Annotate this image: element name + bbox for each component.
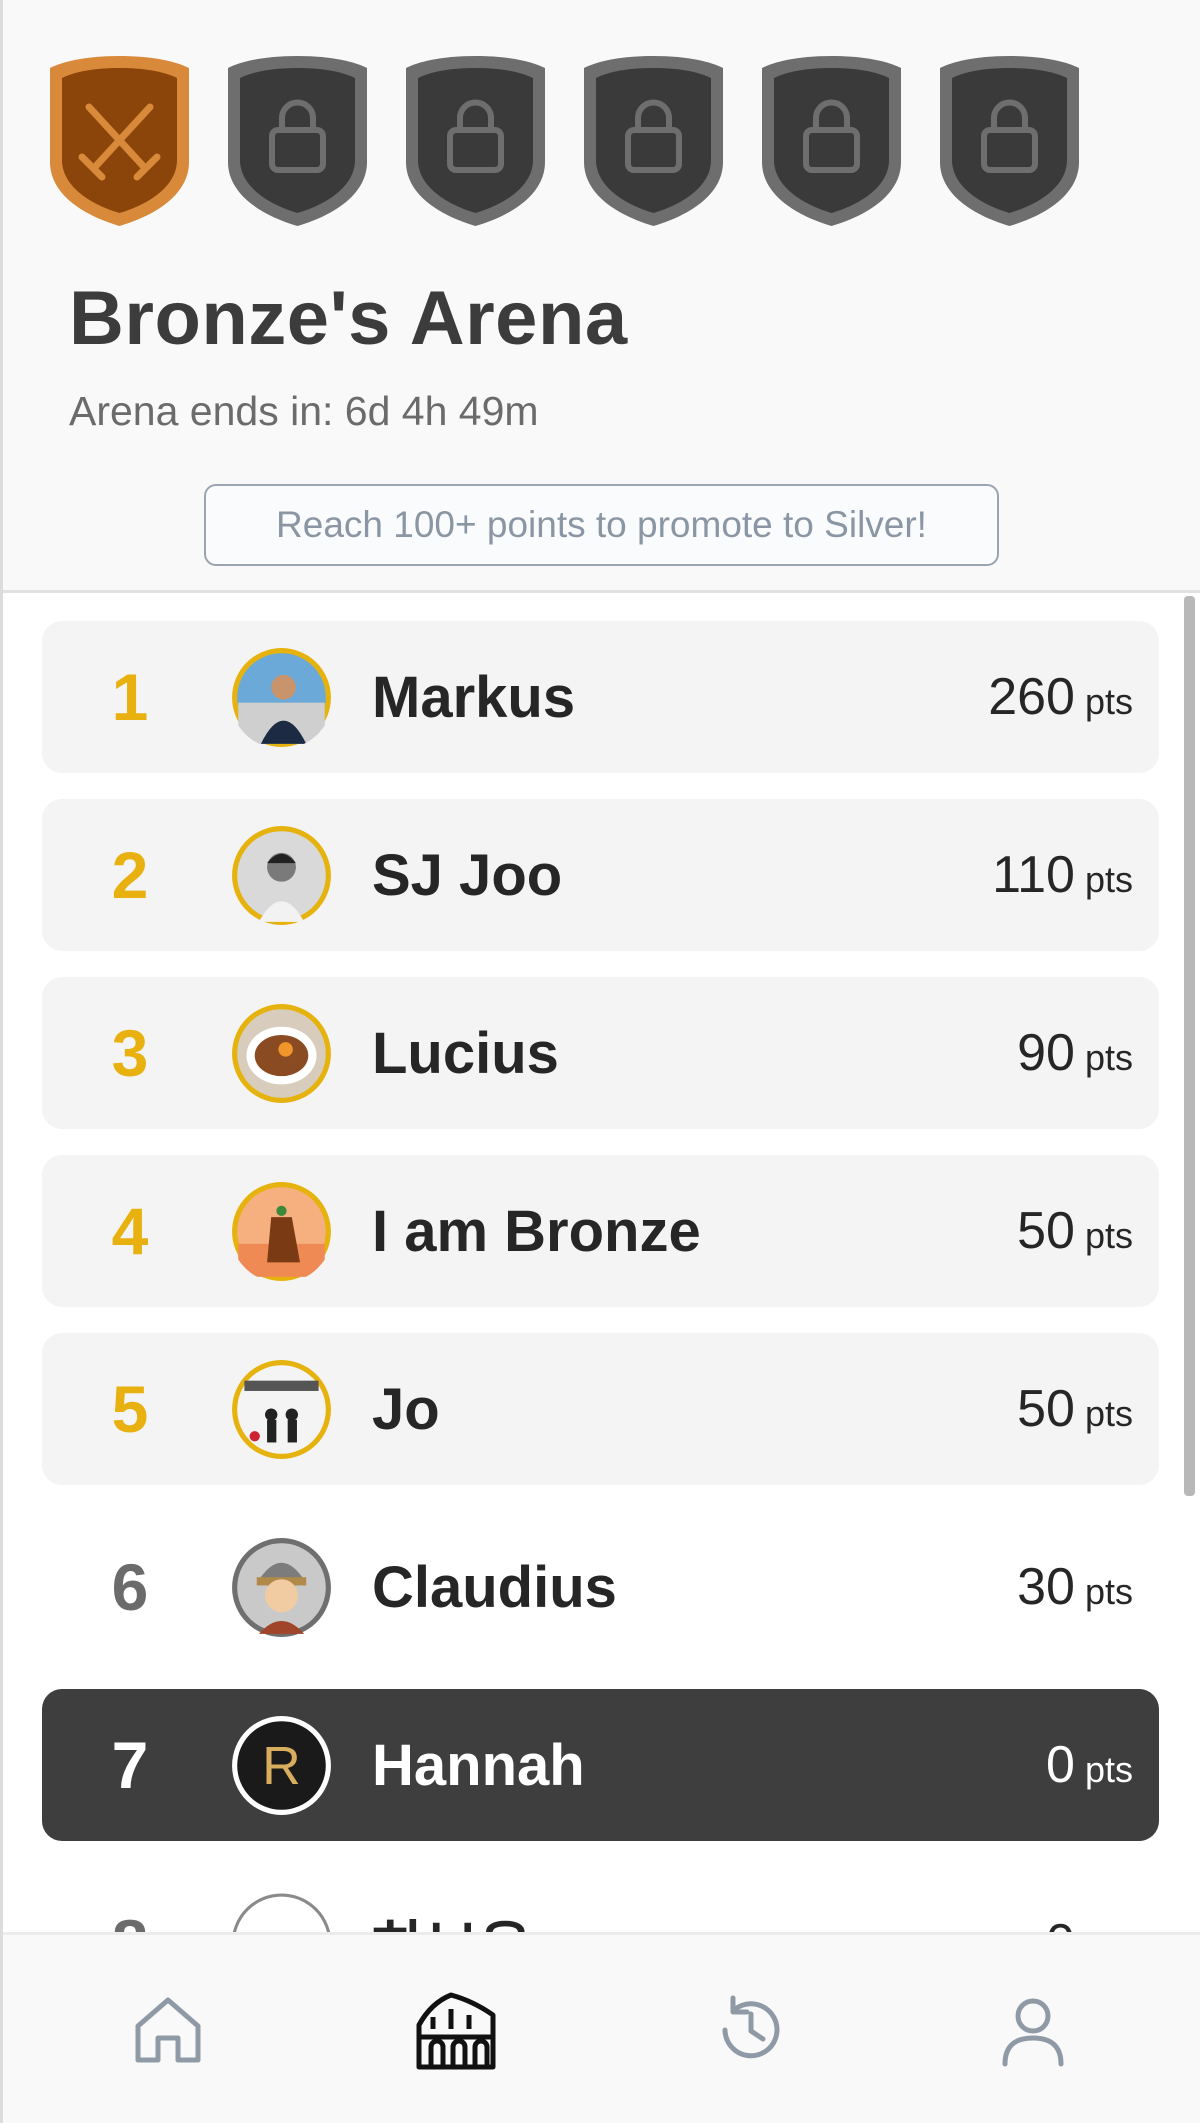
points-value: 260 xyxy=(988,668,1075,726)
player-points: 30 pts xyxy=(1017,1557,1133,1617)
tier-badges xyxy=(44,52,1085,230)
locked-badge[interactable] xyxy=(934,52,1085,230)
points-unit: pts xyxy=(1084,1571,1133,1612)
avatar[interactable] xyxy=(230,1358,333,1461)
player-name: Lucius xyxy=(372,1020,559,1086)
player-name: Markus xyxy=(372,664,576,730)
nav-profile[interactable] xyxy=(993,1990,1073,2070)
avatar[interactable]: R xyxy=(230,1714,333,1817)
avatar[interactable] xyxy=(230,646,333,749)
player-name: Hannah xyxy=(372,1732,585,1798)
points-value: 90 xyxy=(1017,1024,1075,1082)
locked-badge[interactable] xyxy=(400,52,551,230)
rank-number: 2 xyxy=(111,838,149,912)
avatar[interactable] xyxy=(230,824,333,927)
points-value: 110 xyxy=(992,846,1075,904)
nav-home[interactable] xyxy=(128,1990,208,2070)
rank-number: 8 xyxy=(42,1905,218,1932)
scrollbar[interactable] xyxy=(1184,596,1195,1496)
player-points: 90 pts xyxy=(1017,1023,1133,1083)
avatar[interactable] xyxy=(230,1002,333,1105)
avatar[interactable] xyxy=(230,1536,333,1639)
player-name: Jo xyxy=(372,1376,440,1442)
rank-number: 4 xyxy=(111,1194,149,1268)
player-points: 0 pts xyxy=(1046,1913,1133,1932)
rank-number: 1 xyxy=(111,660,149,734)
leaderboard-list[interactable]: 1 Markus 260 pts 2 SJ Joo 110 pts 3 Luci… xyxy=(3,596,1182,1932)
points-value: 50 xyxy=(1017,1202,1075,1260)
arena-countdown: Arena ends in: 6d 4h 49m xyxy=(69,388,539,434)
player-name: SJ Joo xyxy=(372,842,563,908)
player-points: 260 pts xyxy=(988,667,1133,727)
player-name: Claudius xyxy=(372,1554,617,1620)
player-points: 0 pts xyxy=(1046,1735,1133,1795)
nav-arena[interactable] xyxy=(411,1985,501,2075)
leaderboard-row[interactable]: 1 Markus 260 pts xyxy=(42,621,1159,773)
leaderboard-row[interactable]: 6 Claudius 30 pts xyxy=(42,1511,1159,1663)
player-points: 110 pts xyxy=(992,845,1133,905)
points-unit: pts xyxy=(1084,1215,1133,1256)
nav-history[interactable] xyxy=(711,1990,791,2070)
leaderboard-row[interactable]: 2 SJ Joo 110 pts xyxy=(42,799,1159,951)
locked-badge[interactable] xyxy=(756,52,907,230)
player-name: 하보은 xyxy=(372,1901,532,1932)
points-value: 0 xyxy=(1046,1913,1075,1932)
points-unit: pts xyxy=(1084,1037,1133,1078)
leaderboard-row[interactable]: 4 I am Bronze 50 pts xyxy=(42,1155,1159,1307)
player-name: I am Bronze xyxy=(372,1198,701,1264)
arena-header: Bronze's Arena Arena ends in: 6d 4h 49m … xyxy=(3,0,1200,593)
avatar[interactable] xyxy=(230,1892,333,1932)
player-points: 50 pts xyxy=(1017,1379,1133,1439)
rank-number: 3 xyxy=(111,1016,149,1090)
locked-badge[interactable] xyxy=(222,52,373,230)
avatar-letter: R xyxy=(262,1737,301,1796)
promotion-banner: Reach 100+ points to promote to Silver! xyxy=(204,484,999,566)
rank-number: 5 xyxy=(111,1372,149,1446)
home-icon xyxy=(135,1997,201,2063)
points-unit: pts xyxy=(1084,1749,1133,1790)
current-user-row[interactable]: 7 R Hannah 0 pts xyxy=(42,1689,1159,1841)
leaderboard-row[interactable]: 5 Jo 50 pts xyxy=(42,1333,1159,1485)
locked-badge[interactable] xyxy=(578,52,729,230)
arena-colosseum-icon xyxy=(416,1992,496,2070)
points-value: 50 xyxy=(1017,1380,1075,1438)
leaderboard-row[interactable]: 3 Lucius 90 pts xyxy=(42,977,1159,1129)
avatar[interactable] xyxy=(230,1180,333,1283)
points-unit: pts xyxy=(1084,681,1133,722)
points-value: 0 xyxy=(1046,1736,1075,1794)
points-unit: pts xyxy=(1084,1393,1133,1434)
profile-icon xyxy=(1002,1998,1064,2067)
history-icon xyxy=(722,1995,780,2059)
points-unit: pts xyxy=(1084,859,1133,900)
rank-number: 7 xyxy=(111,1728,149,1802)
player-points: 50 pts xyxy=(1017,1201,1133,1261)
bottom-nav xyxy=(3,1932,1200,2123)
rank-number: 6 xyxy=(111,1550,149,1624)
bronze-badge[interactable] xyxy=(44,52,195,230)
leaderboard-row[interactable]: 8 하보은 0 pts xyxy=(42,1867,1159,1932)
points-value: 30 xyxy=(1017,1558,1075,1616)
arena-title: Bronze's Arena xyxy=(69,276,628,361)
